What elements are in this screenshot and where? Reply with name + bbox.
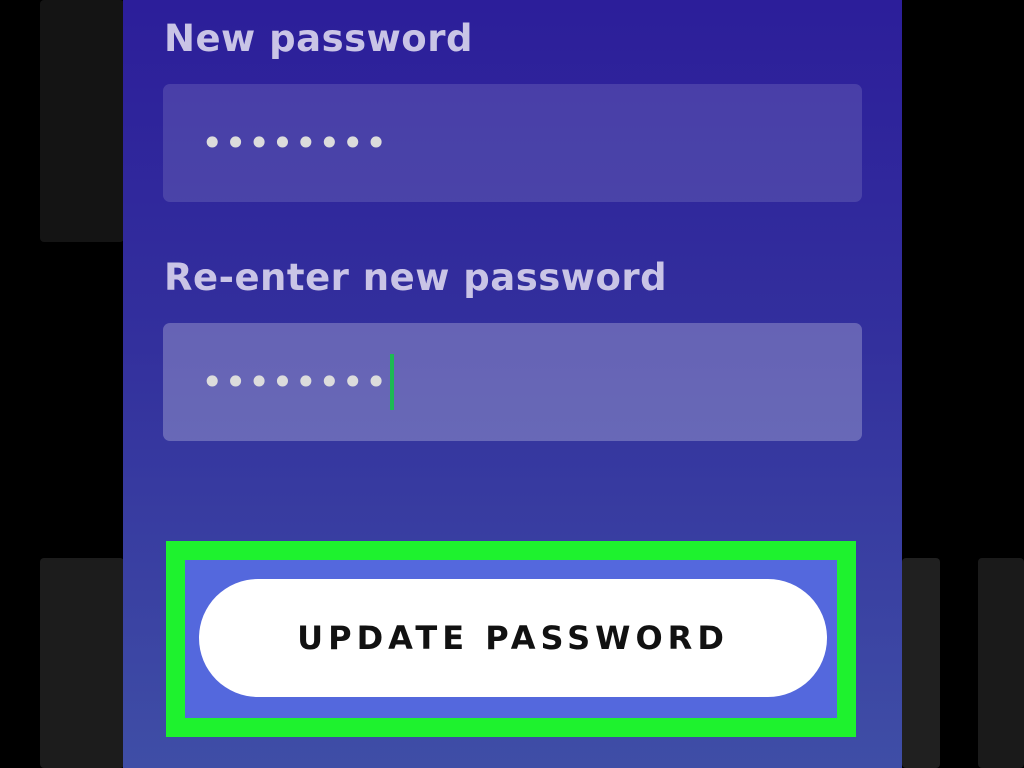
reenter-password-label: Re-enter new password <box>164 256 668 299</box>
update-password-button[interactable]: UPDATE PASSWORD <box>199 579 827 697</box>
background-thumbnail <box>40 0 124 242</box>
screen: New password •••••••• Re-enter new passw… <box>0 0 1024 768</box>
background-thumbnail <box>902 558 940 768</box>
background-thumbnail <box>40 558 124 768</box>
new-password-masked-value: •••••••• <box>201 121 389 165</box>
new-password-label: New password <box>164 17 473 60</box>
reenter-password-masked-value: •••••••• <box>201 360 389 404</box>
reenter-password-field[interactable]: •••••••• <box>163 323 862 441</box>
background-thumbnail <box>978 558 1024 768</box>
new-password-field[interactable]: •••••••• <box>163 84 862 202</box>
text-caret <box>390 354 395 410</box>
